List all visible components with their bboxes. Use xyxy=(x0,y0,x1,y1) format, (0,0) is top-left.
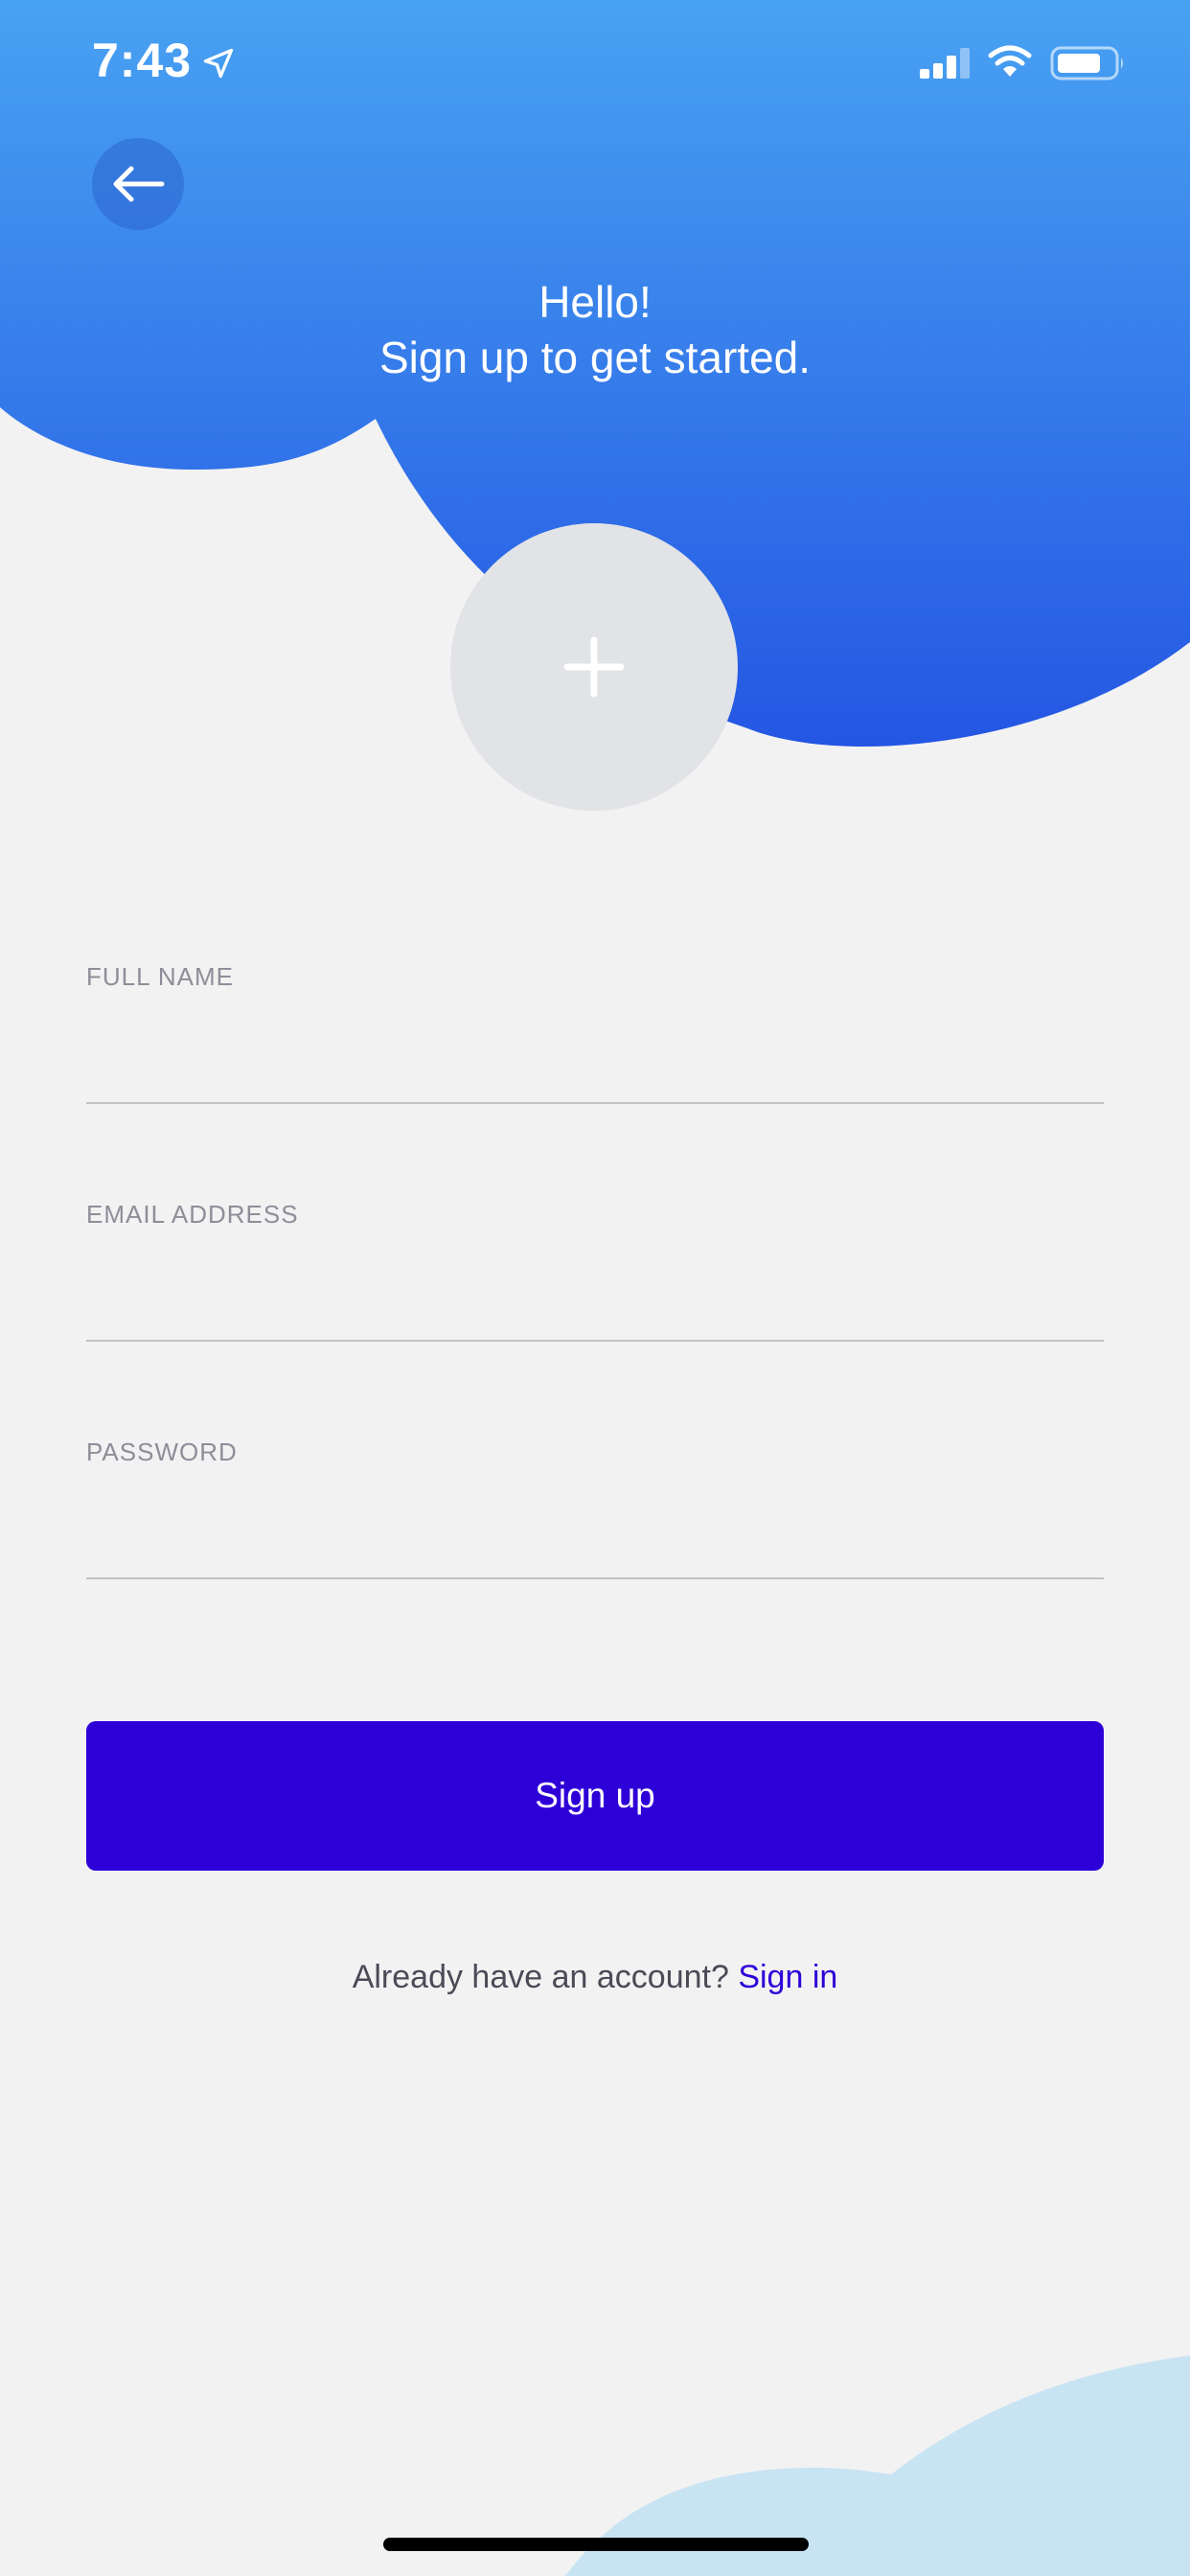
full-name-field-group: FULL NAME xyxy=(86,962,1104,1106)
password-label: PASSWORD xyxy=(86,1438,238,1466)
page-title: Hello! Sign up to get started. xyxy=(0,274,1190,385)
wifi-icon xyxy=(988,45,1032,77)
title-subtitle: Sign up to get started. xyxy=(378,333,812,382)
title-greeting: Hello! xyxy=(538,277,652,327)
location-arrow-icon xyxy=(203,48,234,79)
email-label: EMAIL ADDRESS xyxy=(86,1200,299,1229)
full-name-input[interactable] xyxy=(86,1016,1104,1104)
sign-up-button[interactable]: Sign up xyxy=(86,1721,1104,1871)
arrow-left-icon xyxy=(113,166,165,202)
sign-in-link[interactable]: Sign in xyxy=(738,1959,837,1995)
add-avatar-button[interactable] xyxy=(450,523,738,811)
full-name-label: FULL NAME xyxy=(86,962,234,991)
sign-in-prompt: Already have an account? Sign in xyxy=(0,1959,1190,1996)
battery-icon xyxy=(1050,46,1123,80)
cellular-signal-icon xyxy=(920,48,970,79)
email-input[interactable] xyxy=(86,1254,1104,1342)
sign-in-question: Already have an account? xyxy=(352,1959,729,1995)
email-field-group: EMAIL ADDRESS xyxy=(86,1200,1104,1344)
back-button[interactable] xyxy=(92,138,184,230)
plus-icon xyxy=(563,636,625,698)
password-input[interactable] xyxy=(86,1491,1104,1579)
status-time: 7:43 xyxy=(92,34,193,87)
home-indicator[interactable] xyxy=(383,2538,809,2551)
password-field-group: PASSWORD xyxy=(86,1438,1104,1581)
